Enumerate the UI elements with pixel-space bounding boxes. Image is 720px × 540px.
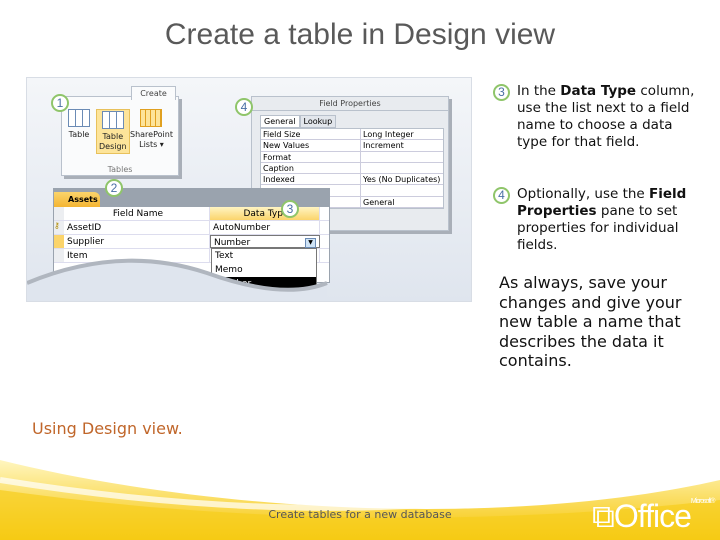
torn-edge-decoration	[27, 258, 328, 301]
property-row: Field Size Long Integer	[261, 129, 443, 141]
caption: Using Design view.	[32, 419, 183, 438]
sharepoint-icon	[140, 109, 163, 127]
callout-4: 4	[235, 98, 253, 116]
design-view-screenshot: Table Table Design SharePoint Lists ▾ Tabl…	[26, 77, 472, 302]
callout-2: 2	[105, 179, 123, 197]
summary-text: As always, save your changes and give yo…	[499, 273, 682, 370]
property-row: Format	[261, 151, 443, 163]
field-properties-title: Field Properties	[252, 97, 448, 111]
step-3: 3 In the Data Type column, use the list …	[493, 83, 703, 151]
property-row: Indexed Yes (No Duplicates)	[261, 174, 443, 186]
sharepoint-lists-button: SharePoint Lists ▾	[130, 109, 173, 150]
office-logo-icon: ⧉	[592, 498, 615, 534]
slide-title: Create a table in Design view	[164, 18, 556, 51]
create-tab: Create	[131, 86, 176, 100]
dropdown-arrow-icon: ▼	[305, 238, 316, 248]
ribbon-create-group: Table Table Design SharePoint Lists ▾ Tabl…	[61, 96, 179, 176]
office-logo: ⧉OfficeMicrosoft®	[592, 498, 715, 534]
step-4-number: 4	[493, 187, 510, 204]
table-row: ⚷ AssetID AutoNumber	[54, 221, 329, 235]
assets-tab: Assets	[54, 192, 100, 207]
table-row: Supplier Number	[54, 235, 329, 249]
property-row: Caption	[261, 162, 443, 175]
table-design-icon	[101, 111, 124, 129]
table-icon	[68, 109, 90, 127]
callout-1: 1	[51, 94, 69, 112]
step-4: 4 Optionally, use the Field Properties p…	[493, 186, 703, 254]
table-design-button: Table Design	[96, 109, 130, 154]
primary-key-icon: ⚷	[54, 221, 64, 234]
step-3-number: 3	[493, 84, 510, 101]
property-row: New Values Increment	[261, 140, 443, 152]
callout-3: 3	[281, 200, 299, 218]
lookup-tab: Lookup	[299, 115, 337, 128]
general-tab: General	[260, 115, 300, 128]
table-button: Table	[68, 109, 90, 140]
tables-group-label: Tables	[107, 165, 133, 174]
